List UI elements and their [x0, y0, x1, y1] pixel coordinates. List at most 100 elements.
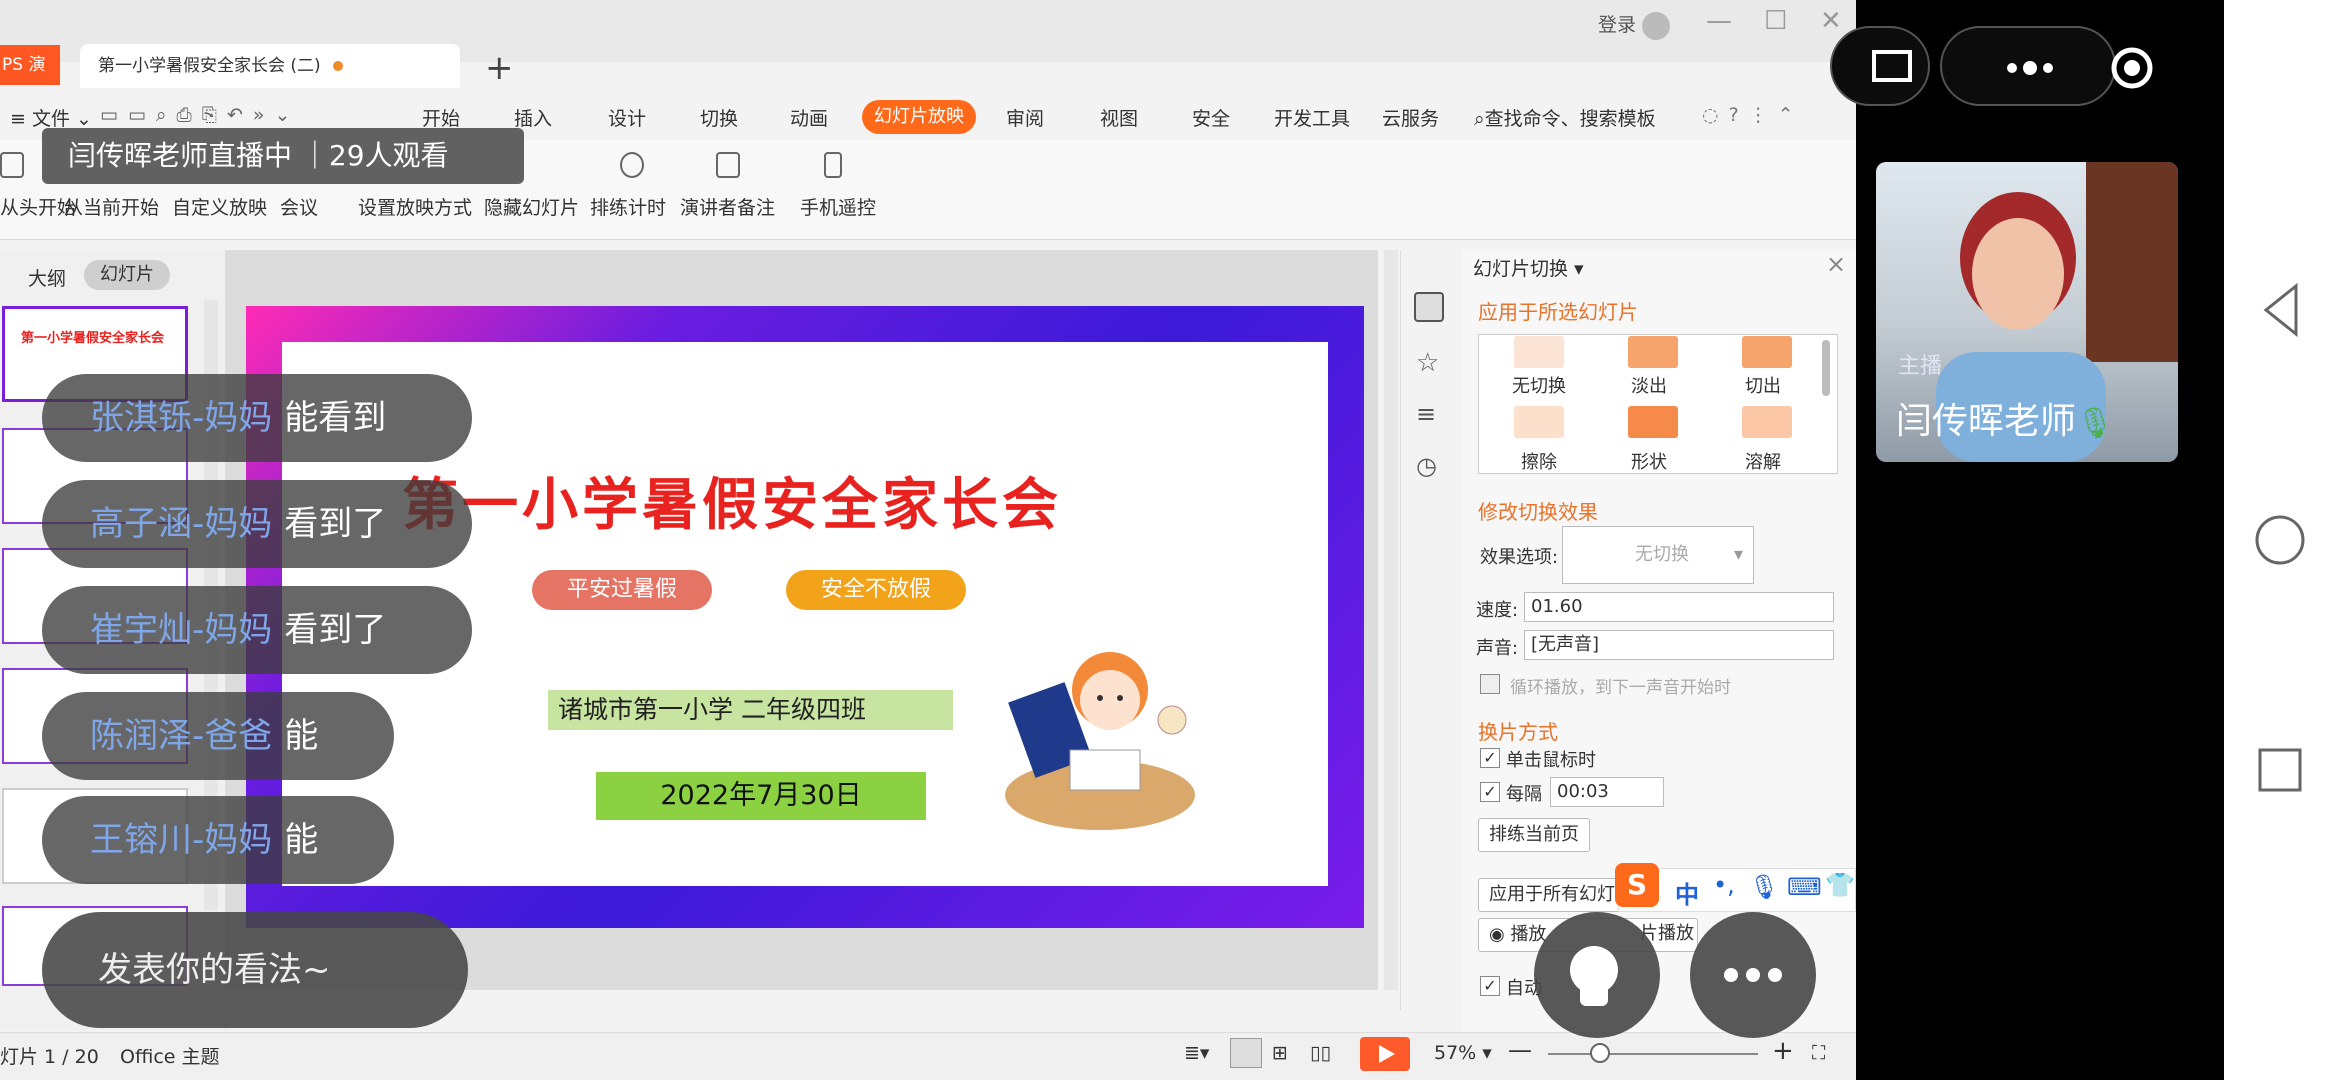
- effect-fade-icon[interactable]: [1628, 336, 1678, 368]
- new-tab-button[interactable]: +: [485, 48, 514, 88]
- menu-security[interactable]: 安全: [1192, 104, 1230, 131]
- menu-file[interactable]: ≡ 文件 ⌄: [10, 104, 92, 131]
- phone-icon: [824, 152, 842, 178]
- more-actions-button[interactable]: [1690, 912, 1816, 1038]
- menu-animation[interactable]: 动画: [790, 104, 828, 131]
- effect-options-select[interactable]: 无切换 ▾: [1562, 526, 1754, 584]
- tab-outline[interactable]: 大纲: [28, 264, 66, 291]
- mic-on-icon: 🎙: [2076, 406, 2115, 441]
- menu-design[interactable]: 设计: [608, 104, 646, 131]
- sliders-icon[interactable]: ≡: [1416, 400, 1436, 428]
- panel-title[interactable]: 幻灯片切换 ▾: [1473, 254, 1584, 281]
- ribbon-phone-remote[interactable]: 手机遥控: [800, 193, 876, 220]
- star-icon[interactable]: ☆: [1416, 348, 1439, 378]
- menu-developer[interactable]: 开发工具: [1274, 104, 1350, 131]
- quick-access-toolbar[interactable]: ▭▭⌕⎙⎘↶»⌄: [100, 104, 300, 126]
- apply-selected-heading: 应用于所选幻灯片: [1478, 300, 1638, 324]
- effect-cut-label: 切出: [1745, 376, 1781, 397]
- punctuation-icon[interactable]: •,: [1713, 871, 1735, 899]
- skin-icon[interactable]: 👕: [1825, 871, 1855, 899]
- record-icon: [2111, 47, 2153, 89]
- slide-school-class: 诸城市第一小学 二年级四班: [548, 690, 953, 730]
- login-link[interactable]: 登录: [1598, 10, 1671, 40]
- sound-label: 声音:: [1476, 638, 1519, 659]
- slide-date: 2022年7月30日: [596, 772, 926, 820]
- ime-toolbar[interactable]: S 中 •, 🎙 ⌨ 👕: [1615, 863, 1856, 912]
- menu-start[interactable]: 开始: [422, 104, 460, 131]
- girl-reading-illustration: [1005, 652, 1195, 830]
- tab-slides[interactable]: 幻灯片: [84, 260, 170, 290]
- menu-cloud[interactable]: 云服务: [1382, 104, 1439, 131]
- zoom-out-button[interactable]: —: [1508, 1036, 1532, 1064]
- maximize-button[interactable]: ☐: [1764, 6, 1787, 36]
- zoom-slider-knob[interactable]: [1590, 1043, 1610, 1063]
- slide-pill-safe-summer: 平安过暑假: [532, 570, 712, 610]
- effect-dissolve-label: 溶解: [1745, 452, 1781, 473]
- unsaved-dot-icon: [332, 61, 343, 71]
- ribbon-hide-slide[interactable]: 隐藏幻灯片: [484, 193, 579, 220]
- search-icon: ⌕: [1474, 108, 1485, 130]
- minimize-button[interactable]: —: [1706, 6, 1732, 36]
- menu-slideshow[interactable]: 幻灯片放映: [862, 100, 976, 134]
- menu-view[interactable]: 视图: [1100, 104, 1138, 131]
- thumb-title: 第一小学暑假安全家长会: [21, 331, 165, 346]
- zoom-in-button[interactable]: +: [1772, 1036, 1794, 1066]
- effect-none-icon[interactable]: [1514, 336, 1564, 368]
- sound-select[interactable]: [无声音]: [1524, 630, 1834, 660]
- ime-chinese-mode[interactable]: 中: [1675, 875, 1699, 910]
- ribbon-custom-show[interactable]: 自定义放映: [172, 193, 267, 220]
- ribbon-meeting[interactable]: 会议: [280, 193, 318, 220]
- rotate-screen-button[interactable]: [1830, 26, 1930, 106]
- back-button[interactable]: [2250, 278, 2310, 338]
- ribbon-rehearse[interactable]: 排练计时: [590, 193, 666, 220]
- menu-transition[interactable]: 切换: [700, 104, 738, 131]
- history-icon[interactable]: ◷: [1416, 452, 1437, 480]
- ribbon-from-current[interactable]: 从当前开始: [64, 193, 159, 220]
- slide-pill-safety: 安全不放假: [786, 570, 966, 610]
- live-status-banner: 闫传晖老师直播中 ｜29人观看: [42, 128, 524, 184]
- loop-checkbox[interactable]: [1480, 674, 1500, 694]
- keyboard-icon[interactable]: ⌨: [1787, 873, 1822, 901]
- chat-text: 能看到: [284, 398, 387, 438]
- canvas-scrollbar[interactable]: [1384, 250, 1398, 990]
- effect-dissolve-icon[interactable]: [1742, 406, 1792, 438]
- gallery-scrollbar[interactable]: [1822, 340, 1830, 396]
- slide-transition-icon[interactable]: [1414, 292, 1444, 322]
- command-search[interactable]: ⌕查找命令、搜索模板: [1474, 104, 1656, 131]
- more-menu-button[interactable]: [1940, 26, 2153, 106]
- timer-icon: [620, 152, 644, 178]
- effect-wipe-icon[interactable]: [1514, 406, 1564, 438]
- app-tab[interactable]: PS 演示: [0, 45, 60, 115]
- rehearse-button[interactable]: 排练当前页: [1478, 818, 1590, 852]
- comment-input[interactable]: 发表你的看法~: [42, 912, 468, 1028]
- on-click-checkbox[interactable]: ✓: [1480, 748, 1500, 768]
- fit-window-icon[interactable]: ⛶: [1812, 1042, 1825, 1064]
- every-time-input[interactable]: 00:03: [1550, 777, 1664, 807]
- home-button[interactable]: [2250, 510, 2310, 570]
- notes-icon: [716, 152, 740, 178]
- slideshow-play-button[interactable]: [1360, 1037, 1410, 1071]
- help-icons[interactable]: ◌?⋮⌃: [1702, 104, 1804, 126]
- normal-view-icon[interactable]: [1230, 1038, 1262, 1068]
- auto-checkbox[interactable]: ✓: [1480, 976, 1500, 996]
- microphone-icon[interactable]: 🎙: [1749, 873, 1779, 901]
- menu-insert[interactable]: 插入: [514, 104, 552, 131]
- loop-label: 循环播放，到下一声音开始时: [1510, 678, 1731, 698]
- every-checkbox[interactable]: ✓: [1480, 782, 1500, 802]
- document-tab[interactable]: 第一小学暑假安全家长会 (二): [80, 44, 460, 88]
- effect-cut-icon[interactable]: [1742, 336, 1792, 368]
- chat-author: 王镕川-妈妈: [90, 820, 273, 860]
- speed-input[interactable]: 01.60: [1524, 592, 1834, 622]
- notes-toggle-icon[interactable]: ≣▾: [1184, 1042, 1209, 1064]
- zoom-level[interactable]: 57% ▾: [1434, 1042, 1492, 1064]
- mic-request-button[interactable]: [1534, 912, 1660, 1038]
- ribbon-setup-show[interactable]: 设置放映方式: [358, 193, 472, 220]
- recents-button[interactable]: [2250, 740, 2310, 800]
- effect-shape-icon[interactable]: [1628, 406, 1678, 438]
- zoom-slider-track[interactable]: [1548, 1053, 1758, 1055]
- sorter-view-icon[interactable]: ⊞: [1272, 1042, 1288, 1064]
- panel-close-icon[interactable]: ×: [1826, 250, 1846, 278]
- ribbon-presenter-notes[interactable]: 演讲者备注: [680, 193, 775, 220]
- menu-review[interactable]: 审阅: [1006, 104, 1044, 131]
- reading-view-icon[interactable]: ▯▯: [1310, 1042, 1331, 1064]
